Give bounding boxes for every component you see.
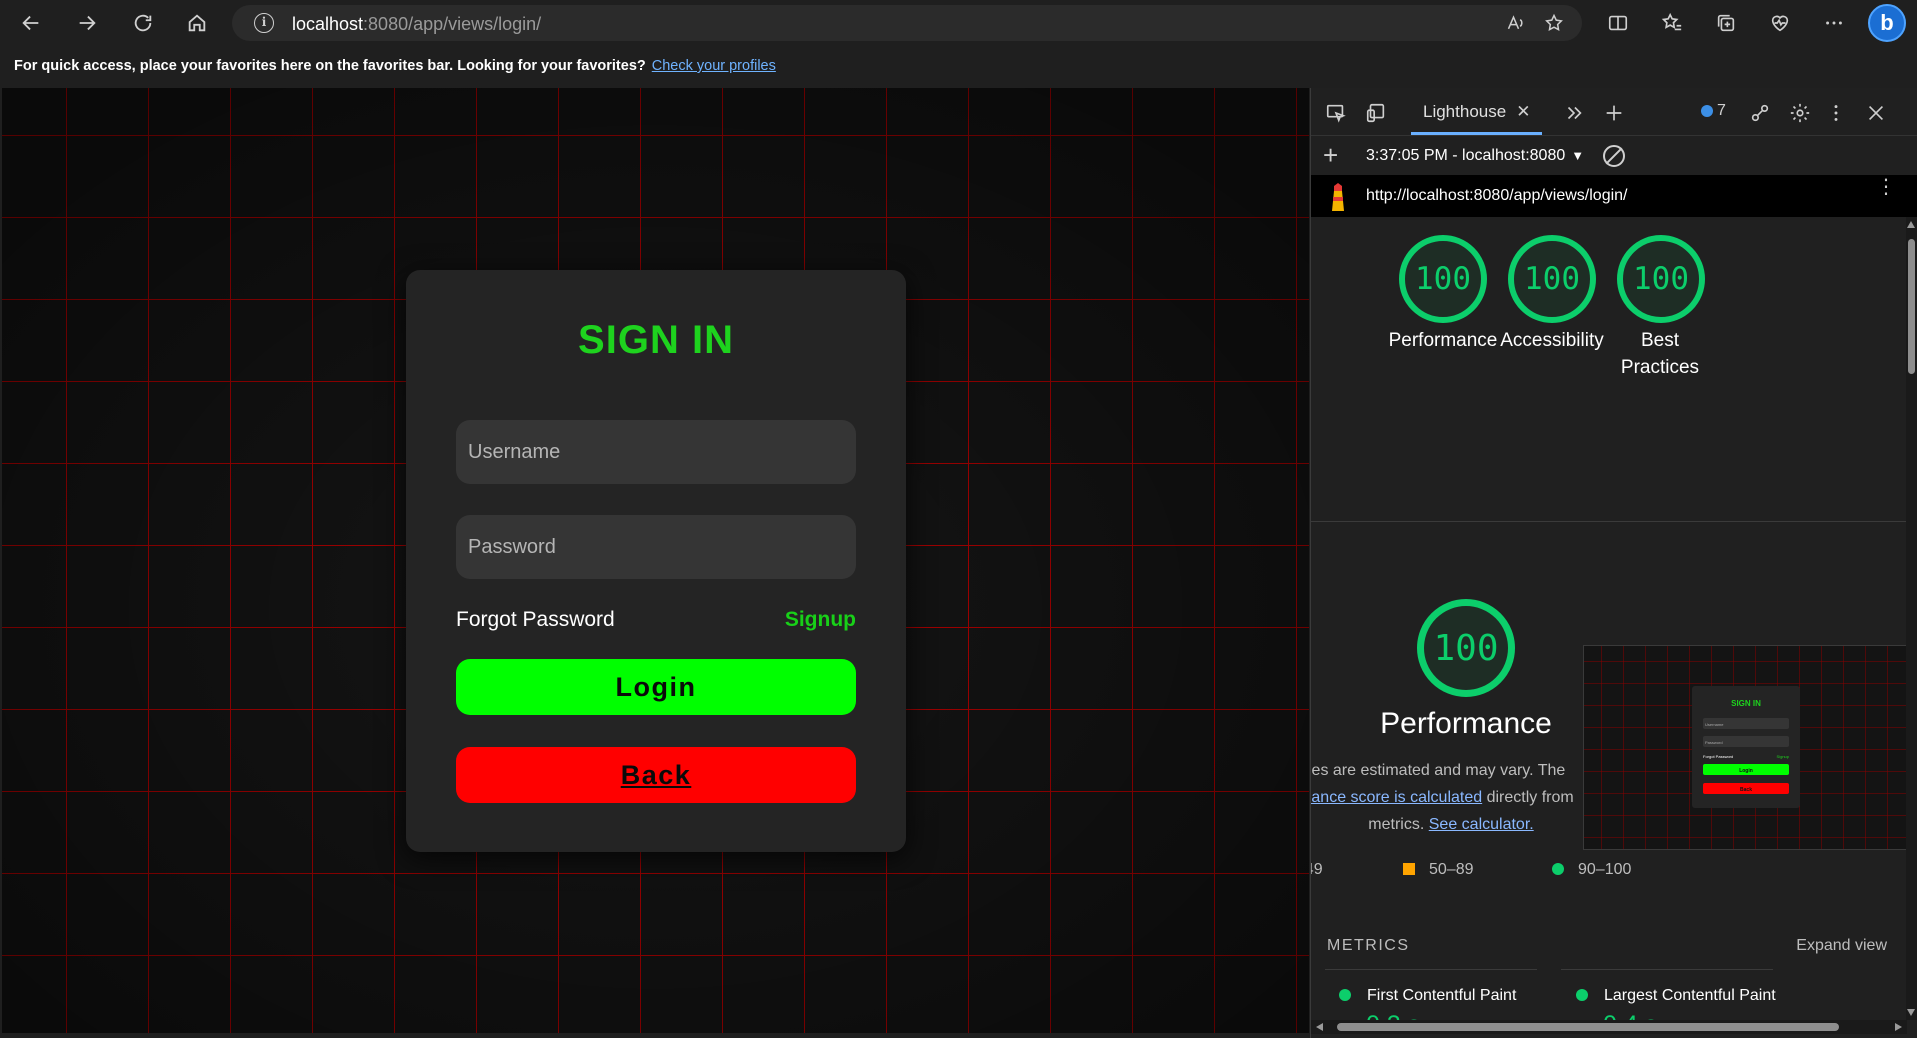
home-icon[interactable] bbox=[180, 7, 214, 39]
thumb-login: Login bbox=[1739, 768, 1753, 774]
metric-divider bbox=[1561, 969, 1773, 970]
devtools-panel: Lighthouse ✕ 7 + 3:37:05 PM - localhost:8… bbox=[1310, 88, 1917, 1038]
section-divider bbox=[1311, 521, 1907, 522]
vertical-scroll-thumb[interactable] bbox=[1908, 239, 1915, 374]
legend-average: 50–89 bbox=[1403, 861, 1474, 879]
metrics-heading: METRICS bbox=[1327, 937, 1410, 954]
inspect-element-icon[interactable] bbox=[1323, 100, 1349, 126]
thumb-password: Password bbox=[1705, 740, 1723, 745]
tab-lighthouse[interactable]: Lighthouse ✕ bbox=[1411, 88, 1543, 135]
login-button[interactable]: Login bbox=[456, 659, 856, 715]
scroll-down-arrow-icon[interactable] bbox=[1907, 1009, 1915, 1016]
username-input[interactable] bbox=[456, 420, 856, 484]
score-gauge-best-practices[interactable]: 100 bbox=[1617, 235, 1705, 323]
thumb-back: Back bbox=[1740, 787, 1752, 793]
favorites-bar: For quick access, place your favorites h… bbox=[0, 46, 1917, 88]
copilot-icon[interactable]: b bbox=[1868, 4, 1906, 42]
lighthouse-logo-icon bbox=[1332, 183, 1344, 211]
issues-icon bbox=[1701, 105, 1713, 117]
refresh-icon[interactable] bbox=[126, 7, 160, 39]
tab-lighthouse-label: Lighthouse bbox=[1423, 102, 1507, 121]
favorite-star-icon[interactable] bbox=[1542, 11, 1566, 35]
score-label-best-practices: Best Practices bbox=[1620, 330, 1700, 378]
back-button[interactable]: Back bbox=[456, 747, 856, 803]
green-circle-icon bbox=[1552, 863, 1564, 875]
close-tab-icon[interactable]: ✕ bbox=[1516, 102, 1530, 121]
address-url[interactable]: localhost:8080/app/views/login/ bbox=[292, 14, 541, 35]
thumb-forgot: Forgot Password bbox=[1703, 754, 1733, 759]
page-viewport: SIGN IN Forgot Password Signup Login Bac… bbox=[2, 88, 1309, 1033]
collections-icon[interactable] bbox=[1708, 7, 1744, 39]
sign-in-card: SIGN IN Forgot Password Signup Login Bac… bbox=[406, 270, 906, 852]
performance-description: Values are estimated and may vary. The p… bbox=[1311, 757, 1591, 838]
forgot-password-link[interactable]: Forgot Password bbox=[456, 608, 615, 632]
metric-fcp-value: 0.3 s bbox=[1366, 1011, 1420, 1020]
read-aloud-icon[interactable] bbox=[1504, 11, 1528, 35]
report-url: http://localhost:8080/app/views/login/ bbox=[1366, 187, 1628, 204]
performance-title: Performance bbox=[1380, 707, 1552, 740]
split-screen-icon[interactable] bbox=[1600, 7, 1636, 39]
more-tabs-chevron-icon[interactable] bbox=[1561, 100, 1587, 126]
scroll-right-arrow-icon[interactable] bbox=[1895, 1023, 1902, 1031]
metric-divider bbox=[1325, 969, 1537, 970]
sign-in-title: SIGN IN bbox=[578, 318, 734, 362]
issues-counter[interactable]: 7 bbox=[1701, 102, 1726, 120]
back-arrow-icon[interactable] bbox=[14, 7, 48, 39]
report-selector[interactable]: 3:37:05 PM - localhost:8080 ▼ bbox=[1366, 147, 1584, 165]
horizontal-scrollbar[interactable] bbox=[1311, 1020, 1907, 1034]
device-emulation-icon[interactable] bbox=[1363, 100, 1389, 126]
thumbnail-image: SIGN IN Username Password Forgot Passwor… bbox=[1584, 646, 1906, 849]
metric-lcp-value: 0.4 s bbox=[1603, 1011, 1657, 1020]
scroll-up-arrow-icon[interactable] bbox=[1907, 221, 1915, 228]
more-options-icon[interactable] bbox=[1816, 7, 1852, 39]
add-tab-icon[interactable] bbox=[1601, 100, 1627, 126]
lighthouse-report: 100 Performance 100 Accessibility 100 Be… bbox=[1311, 217, 1907, 1020]
settings-gear-icon[interactable] bbox=[1787, 100, 1813, 126]
password-input[interactable] bbox=[456, 515, 856, 579]
vertical-scrollbar[interactable] bbox=[1906, 217, 1917, 1020]
thumb-signup: Signup bbox=[1777, 754, 1790, 759]
close-devtools-icon[interactable] bbox=[1863, 100, 1889, 126]
see-calculator-link[interactable]: See calculator. bbox=[1429, 816, 1534, 833]
pass-dot-icon bbox=[1339, 989, 1351, 1001]
favorites-message: For quick access, place your favorites h… bbox=[14, 58, 646, 74]
site-info-icon[interactable]: i bbox=[254, 13, 274, 33]
report-options-icon[interactable]: ⋮ bbox=[1876, 177, 1896, 197]
dropdown-caret-icon: ▼ bbox=[1571, 148, 1585, 163]
thumb-title: SIGN IN bbox=[1731, 699, 1761, 708]
browser-essentials-icon[interactable] bbox=[1762, 7, 1798, 39]
lighthouse-toolbar: + 3:37:05 PM - localhost:8080 ▼ bbox=[1311, 135, 1917, 175]
connections-icon[interactable] bbox=[1747, 100, 1773, 126]
expand-view-toggle[interactable]: Expand view bbox=[1796, 937, 1887, 955]
signup-link[interactable]: Signup bbox=[785, 608, 856, 632]
report-url-bar: http://localhost:8080/app/views/login/ ⋮ bbox=[1311, 175, 1917, 217]
devtools-menu-icon[interactable] bbox=[1823, 100, 1849, 126]
score-gauge-performance[interactable]: 100 bbox=[1399, 235, 1487, 323]
horizontal-scroll-thumb[interactable] bbox=[1337, 1023, 1839, 1031]
browser-toolbar: i localhost:8080/app/views/login/ b bbox=[0, 0, 1917, 46]
final-screenshot-thumbnail[interactable]: SIGN IN Username Password Forgot Passwor… bbox=[1583, 645, 1907, 850]
metric-fcp-name: First Contentful Paint bbox=[1339, 987, 1516, 1005]
legend-pass: 90–100 bbox=[1552, 861, 1631, 879]
metric-lcp-name: Largest Contentful Paint bbox=[1576, 987, 1776, 1005]
legend-fail: 0–49 bbox=[1311, 861, 1323, 878]
devtools-tab-bar: Lighthouse ✕ 7 bbox=[1311, 88, 1917, 135]
orange-square-icon bbox=[1403, 863, 1415, 875]
forward-arrow-icon[interactable] bbox=[70, 7, 104, 39]
score-calculated-link[interactable]: performance score is calculated bbox=[1311, 789, 1482, 806]
performance-big-gauge: 100 bbox=[1417, 599, 1515, 697]
score-label-accessibility: Accessibility bbox=[1500, 330, 1604, 351]
thumb-username: Username bbox=[1705, 722, 1724, 727]
clear-reports-icon[interactable] bbox=[1603, 145, 1625, 167]
check-profiles-link[interactable]: Check your profiles bbox=[652, 58, 776, 74]
pass-dot-icon bbox=[1576, 989, 1588, 1001]
address-bar[interactable]: i localhost:8080/app/views/login/ bbox=[232, 5, 1582, 41]
score-gauge-accessibility[interactable]: 100 bbox=[1508, 235, 1596, 323]
scroll-left-arrow-icon[interactable] bbox=[1316, 1023, 1323, 1031]
new-report-icon[interactable]: + bbox=[1323, 142, 1338, 168]
favorites-icon[interactable] bbox=[1654, 7, 1690, 39]
